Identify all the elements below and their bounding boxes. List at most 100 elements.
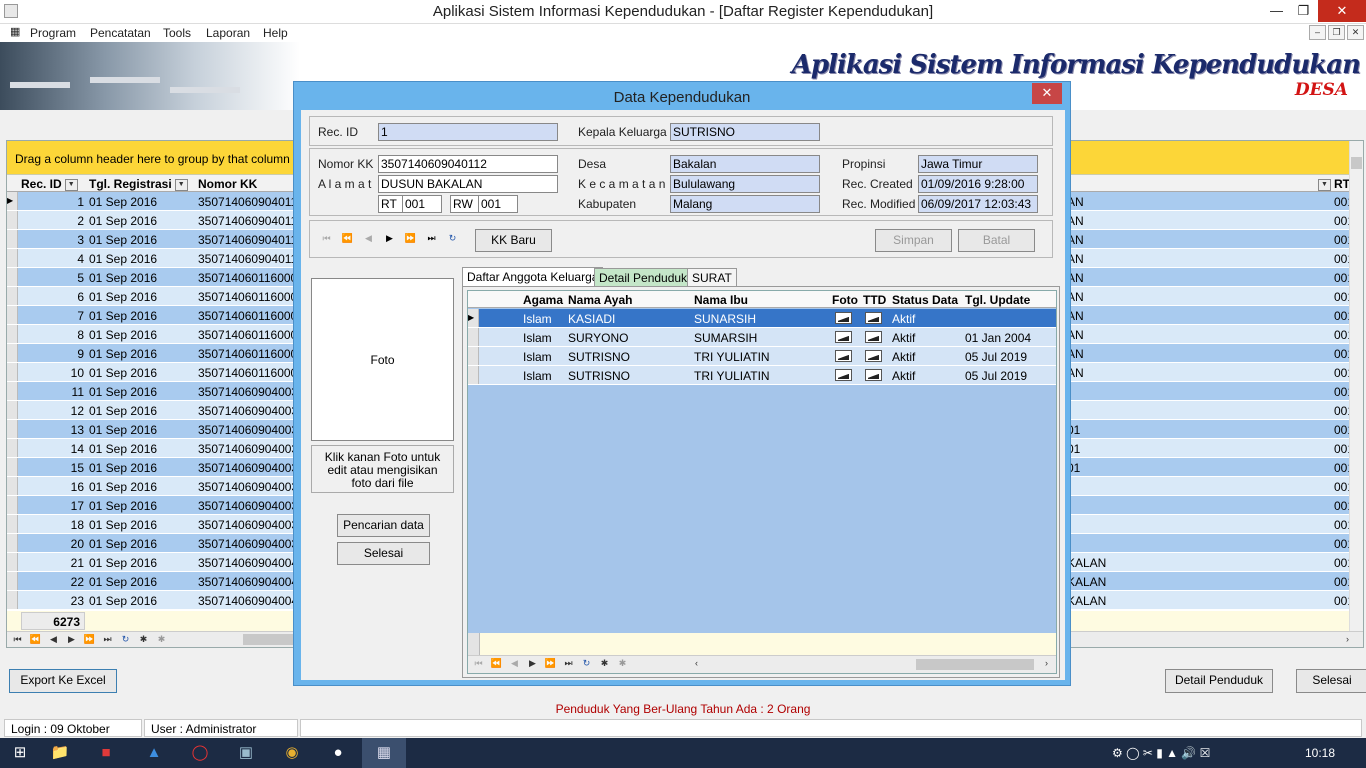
alamat-field[interactable]: DUSUN BAKALAN [378, 175, 558, 193]
rec-created-field[interactable]: 01/09/2016 9:28:00 [918, 175, 1038, 193]
insert-icon[interactable]: ✱ [596, 657, 613, 670]
col-nama-ibu[interactable]: Nama Ibu [694, 293, 748, 307]
nav-prev-page-icon[interactable]: ⏪ [339, 232, 356, 245]
simpan-button[interactable]: Simpan [875, 229, 952, 252]
list-item[interactable]: Islam SURYONO SUMARSIH Aktif 01 Jan 2004 [468, 328, 1056, 347]
foto-box[interactable]: Foto [311, 278, 454, 441]
start-icon[interactable]: ⊞ [0, 738, 40, 768]
list-item[interactable]: Islam SUTRISNO TRI YULIATIN Aktif 05 Jul 201… [468, 366, 1056, 385]
col-ttd[interactable]: TTD [863, 293, 886, 307]
signature-thumbnail-icon[interactable] [865, 369, 882, 381]
foto-thumbnail-icon[interactable] [835, 312, 852, 324]
tray-icons[interactable]: ⚙ ◯ ✂ ▮ ▲ 🔊 ☒ [1112, 738, 1210, 768]
chrome-icon[interactable]: ◉ [272, 738, 312, 768]
foto-thumbnail-icon[interactable] [835, 331, 852, 343]
signature-thumbnail-icon[interactable] [865, 312, 882, 324]
nav-prev-icon[interactable]: ◀ [45, 633, 62, 646]
nav-next-page-icon[interactable]: ⏩ [402, 232, 419, 245]
col-agama[interactable]: Agama [523, 293, 563, 307]
rec-id-field[interactable]: 1 [378, 123, 558, 141]
clock[interactable]: 10:18 [1305, 738, 1335, 768]
kabupaten-field[interactable]: Malang [670, 195, 820, 213]
col-tgl-update[interactable]: Tgl. Update [965, 293, 1030, 307]
col-status-data[interactable]: Status Data [892, 293, 958, 307]
mdi-close-button[interactable]: ✕ [1347, 25, 1364, 40]
nav-next-icon[interactable]: ▶ [63, 633, 80, 646]
rec-modified-field[interactable]: 06/09/2017 12:03:43 [918, 195, 1038, 213]
nav-first-icon[interactable]: ⏮ [318, 232, 335, 245]
chevron-down-icon[interactable]: ▼ [1318, 178, 1331, 191]
dialog-close-button[interactable]: ✕ [1032, 83, 1062, 104]
detail-penduduk-button[interactable]: Detail Penduduk [1165, 669, 1273, 693]
nomor-kk-field[interactable]: 3507140609040112 [378, 155, 558, 173]
col-dropdown[interactable]: ▼ [1315, 177, 1331, 191]
rw-field[interactable]: 001 [478, 195, 518, 213]
col-foto[interactable]: Foto [832, 293, 858, 307]
nav-next-page-icon[interactable]: ⏩ [81, 633, 98, 646]
col-tgl-registrasi[interactable]: Tgl. Registrasi ▼ [89, 177, 188, 191]
col-nama-ayah[interactable]: Nama Ayah [568, 293, 632, 307]
nav-last-icon[interactable]: ⏭ [99, 633, 116, 646]
batal-button[interactable]: Batal [958, 229, 1035, 252]
remote-desktop-icon[interactable]: ▣ [226, 738, 266, 768]
mdi-restore-button[interactable]: ❐ [1328, 25, 1345, 40]
nav-prev-icon[interactable]: ◀ [360, 232, 377, 245]
col-rt[interactable]: RT [1334, 177, 1350, 191]
anggota-keluarga-grid[interactable]: Agama Nama Ayah Nama Ibu Foto TTD Status… [467, 290, 1057, 674]
scroll-left-icon[interactable]: ‹ [688, 657, 705, 670]
nav-next-page-icon[interactable]: ⏩ [542, 657, 559, 670]
cancel-insert-icon[interactable]: ✱ [614, 657, 631, 670]
insert-icon[interactable]: ✱ [135, 633, 152, 646]
file-explorer-icon[interactable]: 📁 [40, 738, 80, 768]
col-rec-id[interactable]: Rec. ID ▼ [21, 177, 78, 191]
active-app-icon[interactable]: ▦ [362, 738, 406, 768]
pencarian-data-button[interactable]: Pencarian data [337, 514, 430, 537]
menu-help[interactable]: Help [263, 26, 288, 40]
vscode-icon[interactable]: ▲ [134, 738, 174, 768]
list-item[interactable]: ▶ Islam KASIADI SUNARSIH Aktif [468, 309, 1056, 328]
scroll-right-icon[interactable]: › [1339, 633, 1356, 646]
list-item[interactable]: Islam SUTRISNO TRI YULIATIN Aktif 05 Jul 201… [468, 347, 1056, 366]
refresh-icon[interactable]: ↻ [444, 232, 461, 245]
chevron-down-icon[interactable]: ▼ [64, 178, 78, 191]
menu-laporan[interactable]: Laporan [206, 26, 250, 40]
mdi-minimize-button[interactable]: – [1309, 25, 1326, 40]
nav-next-icon[interactable]: ▶ [381, 232, 398, 245]
rt-field[interactable]: 001 [402, 195, 442, 213]
app-penguin-icon[interactable]: ● [318, 738, 358, 768]
close-button[interactable]: ✕ [1318, 0, 1366, 22]
nav-first-icon[interactable]: ⏮ [470, 657, 487, 670]
kecamatan-field[interactable]: Bululawang [670, 175, 820, 193]
menu-pencatatan[interactable]: Pencatatan [90, 26, 151, 40]
kepala-keluarga-field[interactable]: SUTRISNO [670, 123, 820, 141]
scroll-right-icon[interactable]: › [1038, 657, 1055, 670]
selesai-main-button[interactable]: Selesai [1296, 669, 1366, 693]
tab-detail-penduduk[interactable]: Detail Penduduk [594, 268, 693, 286]
menu-tools[interactable]: Tools [163, 26, 191, 40]
signature-thumbnail-icon[interactable] [865, 331, 882, 343]
tab-surat[interactable]: SURAT [687, 268, 737, 286]
nav-prev-page-icon[interactable]: ⏪ [488, 657, 505, 670]
nav-last-icon[interactable]: ⏭ [560, 657, 577, 670]
foto-thumbnail-icon[interactable] [835, 350, 852, 362]
nav-next-icon[interactable]: ▶ [524, 657, 541, 670]
app-red-icon[interactable]: ■ [86, 738, 126, 768]
selesai-dialog-button[interactable]: Selesai [337, 542, 430, 565]
v-scrollbar[interactable] [1349, 141, 1363, 631]
refresh-icon[interactable]: ↻ [117, 633, 134, 646]
menu-program[interactable]: Program [30, 26, 76, 40]
signature-thumbnail-icon[interactable] [865, 350, 882, 362]
nav-last-icon[interactable]: ⏭ [423, 232, 440, 245]
nav-prev-icon[interactable]: ◀ [506, 657, 523, 670]
v-scrollbar-thumb[interactable] [1351, 157, 1362, 169]
desa-field[interactable]: Bakalan [670, 155, 820, 173]
nav-first-icon[interactable]: ⏮ [9, 633, 26, 646]
foto-thumbnail-icon[interactable] [835, 369, 852, 381]
h-scrollbar-thumb[interactable] [916, 659, 1034, 670]
tab-daftar-anggota[interactable]: Daftar Anggota Keluarga [462, 267, 604, 287]
export-excel-button[interactable]: Export Ke Excel [9, 669, 117, 693]
chevron-down-icon[interactable]: ▼ [174, 178, 188, 191]
kk-baru-button[interactable]: KK Baru [475, 229, 552, 252]
nav-prev-page-icon[interactable]: ⏪ [27, 633, 44, 646]
propinsi-field[interactable]: Jawa Timur [918, 155, 1038, 173]
